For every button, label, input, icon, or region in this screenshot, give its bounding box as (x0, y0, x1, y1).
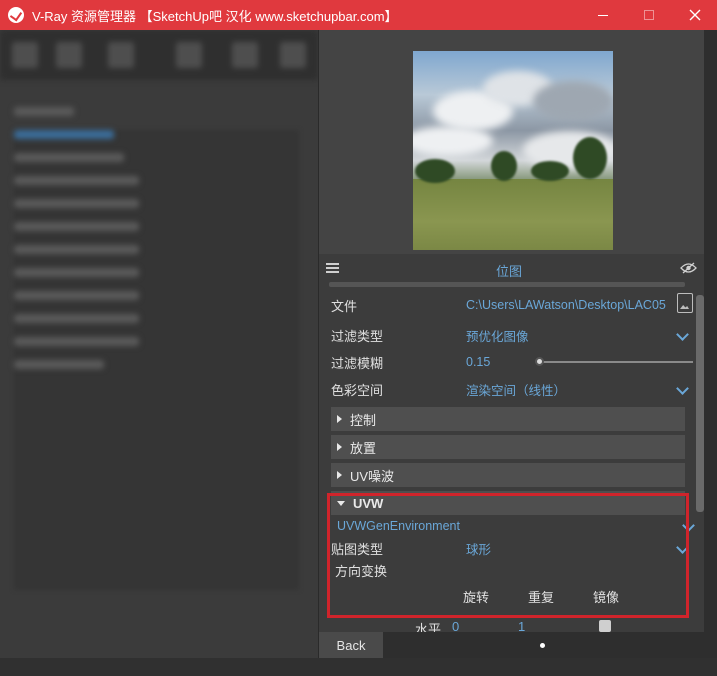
scrollbar[interactable] (696, 295, 704, 512)
minimize-icon (598, 14, 608, 16)
chevron-down-icon[interactable] (676, 328, 689, 341)
left-toolbar (0, 30, 318, 80)
maximize-icon (644, 10, 654, 20)
color-space-label: 色彩空间 (331, 382, 384, 398)
rollout-placement[interactable]: 放置 (331, 435, 685, 459)
list-item[interactable] (14, 169, 299, 191)
filter-type-dropdown[interactable]: 预优化图像 (466, 326, 529, 345)
color-space-row: 色彩空间 渲染空间（线性） (331, 379, 689, 399)
filter-blur-label: 过滤模糊 (331, 355, 384, 371)
color-space-dropdown[interactable]: 渲染空间（线性） (466, 380, 566, 399)
filter-type-row: 过滤类型 预优化图像 (331, 325, 689, 345)
list-item[interactable] (14, 215, 299, 237)
section-title: 位图 (495, 264, 522, 279)
eye-hidden-icon[interactable] (680, 262, 697, 274)
caret-right-icon (337, 443, 342, 451)
chevron-down-icon[interactable] (676, 382, 689, 395)
preview-area (319, 30, 705, 254)
title-bar: V-Ray 资源管理器 【SketchUp吧 汉化 www.sketchupba… (0, 0, 717, 30)
filter-blur-slider[interactable] (543, 361, 693, 363)
close-icon (689, 9, 701, 21)
filter-blur-row: 过滤模糊 0.15 (331, 352, 693, 372)
window-title: V-Ray 资源管理器 【SketchUp吧 汉化 www.sketchupba… (32, 8, 398, 24)
close-button[interactable] (672, 0, 717, 30)
toolbar-icon[interactable] (232, 42, 258, 68)
list-item[interactable] (14, 123, 299, 145)
slider-handle[interactable] (535, 357, 544, 366)
rollout-uv-noise[interactable]: UV噪波 (331, 463, 685, 487)
bitmap-preview-image (413, 51, 613, 250)
toolbar-icon[interactable] (280, 42, 306, 68)
bottom-bar: Back (319, 632, 705, 658)
list-item[interactable] (14, 146, 299, 168)
caret-right-icon (337, 415, 342, 423)
list-item[interactable] (14, 284, 299, 306)
bottom-strip (0, 658, 717, 676)
page-indicator-dot (540, 643, 545, 648)
caret-right-icon (337, 471, 342, 479)
list-item[interactable] (14, 330, 299, 352)
toolbar-icon[interactable] (12, 42, 38, 68)
back-button[interactable]: Back (319, 632, 383, 658)
filter-type-label: 过滤类型 (331, 328, 384, 344)
color-swatch[interactable] (599, 620, 611, 632)
vray-logo-icon (8, 7, 24, 23)
rollout-control[interactable]: 控制 (331, 407, 685, 431)
right-gutter (704, 30, 717, 676)
section-header: 位图 (319, 258, 705, 280)
asset-list-pane (0, 30, 318, 676)
toolbar-icon[interactable] (176, 42, 202, 68)
file-path-field[interactable]: C:\Users\LAWatson\Desktop\LAC05... (466, 298, 666, 312)
rollout-label: UV噪波 (350, 468, 395, 484)
image-file-icon[interactable] (677, 293, 693, 313)
list-item[interactable] (14, 307, 299, 329)
toolbar-icon[interactable] (56, 42, 82, 68)
rollout-label: 控制 (350, 412, 377, 428)
highlight-frame (327, 493, 689, 618)
list-item[interactable] (14, 192, 299, 214)
divider (329, 282, 685, 287)
file-label: 文件 (331, 298, 358, 314)
list-item[interactable] (14, 261, 299, 283)
toolbar-icon[interactable] (108, 42, 134, 68)
asset-list (14, 100, 299, 376)
list-item[interactable] (14, 353, 299, 375)
maximize-button[interactable] (626, 0, 672, 30)
file-row: 文件 C:\Users\LAWatson\Desktop\LAC05... (331, 293, 693, 315)
list-item[interactable] (14, 238, 299, 260)
minimize-button[interactable] (580, 0, 626, 30)
material-editor: 位图 文件 C:\Users\LAWatson\Desktop\LAC05...… (318, 30, 705, 676)
filter-blur-value[interactable]: 0.15 (466, 355, 490, 369)
list-item[interactable] (14, 100, 299, 122)
rollout-label: 放置 (350, 440, 377, 456)
